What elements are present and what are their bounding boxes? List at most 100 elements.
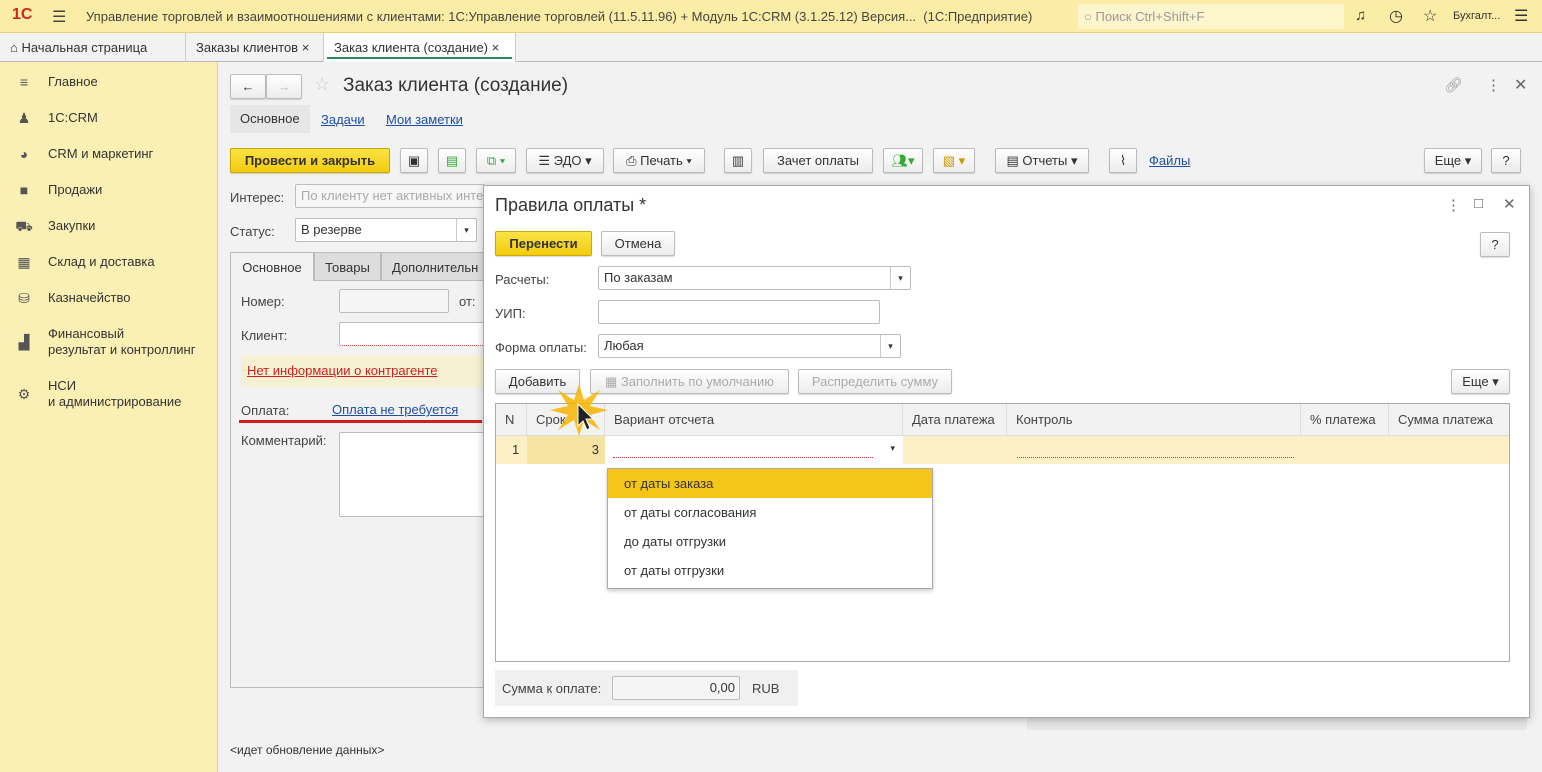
col-variant[interactable]: Вариант отсчета <box>605 404 903 436</box>
client-field[interactable] <box>339 322 489 346</box>
save-icon[interactable]: ▣ <box>400 148 428 173</box>
user-name[interactable]: Бухгалт... <box>1453 10 1500 22</box>
list-icon[interactable]: ▥ <box>724 148 752 173</box>
sidebar-item-purchases[interactable]: ⛟ Закупки <box>0 218 218 237</box>
back-button[interactable]: ← <box>230 74 266 99</box>
cell-term[interactable]: 3 <box>527 436 605 464</box>
chevron-down-icon[interactable]: ▾ <box>890 267 910 289</box>
print-button[interactable]: ⎙ Печать ▾ <box>613 148 705 173</box>
col-date[interactable]: Дата платежа <box>903 404 1007 436</box>
dialog-more-button[interactable]: Еще ▾ <box>1451 369 1510 394</box>
more-vert-icon[interactable]: ⋮ <box>1486 76 1501 94</box>
option-order-date[interactable]: от даты заказа <box>608 469 932 498</box>
add-users-icon[interactable]: 👥︎▾ <box>883 148 923 173</box>
files-link[interactable]: Файлы <box>1149 153 1190 168</box>
option-approval-date[interactable]: от даты согласования <box>608 498 932 527</box>
comment-label: Комментарий: <box>241 433 327 448</box>
sidebar-item-label: Финансовый результат и контроллинг <box>48 326 196 357</box>
subtab-main[interactable]: Основное <box>230 105 310 133</box>
create-based-on-icon[interactable]: ⧉ ▾ <box>476 148 516 173</box>
forward-button[interactable]: → <box>266 74 302 99</box>
tab-order-create[interactable]: Заказ клиента (создание) × <box>324 33 516 62</box>
post-icon[interactable]: ▤ <box>438 148 466 173</box>
no-info-link[interactable]: Нет информации о контрагенте <box>247 363 438 378</box>
link-icon[interactable]: 🔗︎ <box>1444 76 1463 94</box>
inner-tab-goods[interactable]: Товары <box>314 252 381 281</box>
chevron-down-icon[interactable]: ▾ <box>456 219 476 241</box>
history-icon[interactable]: ◷ <box>1389 6 1403 26</box>
sidebar-item-main[interactable]: ≡ Главное <box>0 74 218 90</box>
sidebar-item-warehouse[interactable]: ▦ Склад и доставка <box>0 254 218 271</box>
bell-icon[interactable]: ♫ <box>1355 7 1366 24</box>
subtab-notes[interactable]: Мои заметки <box>386 112 463 127</box>
cell-control[interactable] <box>1017 457 1294 458</box>
sidebar-item-marketing[interactable]: ◕ CRM и маркетинг <box>0 146 218 162</box>
col-n[interactable]: N <box>496 404 527 436</box>
active-tab-indicator <box>327 57 512 59</box>
sidebar-item-treasury[interactable]: ⛁ Казначейство <box>0 290 218 307</box>
table-row[interactable]: 1 3 ▾ <box>496 436 1509 464</box>
inner-tab-extra[interactable]: Дополнительн <box>381 252 489 281</box>
close-dialog-icon[interactable]: ✕ <box>1503 195 1516 213</box>
post-and-close-button[interactable]: Провести и закрыть <box>230 148 390 173</box>
variant-select[interactable]: ▾ <box>605 436 903 464</box>
edo-button[interactable]: ☰ ЭДО ▾ <box>526 148 604 173</box>
document-clock-icon[interactable]: ▧ ▾ <box>933 148 975 173</box>
fill-default-button[interactable]: ▦ Заполнить по умолчанию <box>590 369 789 394</box>
distribute-sum-button[interactable]: Распределить сумму <box>798 369 952 394</box>
chevron-down-icon[interactable]: ▾ <box>880 335 900 357</box>
sidebar-item-label: Закупки <box>48 218 96 233</box>
status-select[interactable]: В резерве ▾ <box>295 218 477 242</box>
close-icon[interactable]: × <box>492 40 500 55</box>
tab-home[interactable]: ⌂ Начальная страница <box>0 33 186 62</box>
sidebar-item-sales[interactable]: ■ Продажи <box>0 182 218 198</box>
app-title: Управление торговлей и взаимоотношениями… <box>86 9 1033 24</box>
number-field[interactable] <box>339 289 449 313</box>
menu-icon[interactable]: ☰ <box>52 7 66 27</box>
subtab-tasks[interactable]: Задачи <box>321 112 365 127</box>
reports-label: Отчеты <box>1022 153 1068 168</box>
search-input[interactable]: ○ Поиск Ctrl+Shift+F <box>1078 4 1344 29</box>
settlements-select[interactable]: По заказам ▾ <box>598 266 911 290</box>
comment-field[interactable] <box>339 432 489 517</box>
pie-chart-icon: ◕ <box>19 146 29 162</box>
offset-payment-button[interactable]: Зачет оплаты <box>763 148 873 173</box>
help-button[interactable]: ? <box>1491 148 1521 173</box>
close-icon[interactable]: × <box>302 40 310 55</box>
transfer-button[interactable]: Перенести <box>495 231 592 256</box>
tab-orders[interactable]: Заказы клиентов × <box>186 33 324 62</box>
more-button[interactable]: Еще ▾ <box>1424 148 1482 173</box>
cell-variant <box>613 457 873 458</box>
sidebar-item-admin[interactable]: ⚙ НСИ и администрирование <box>0 378 218 410</box>
uip-input[interactable] <box>598 300 880 324</box>
gear-icon: ⚙ <box>17 386 31 402</box>
reports-button[interactable]: ▤ Отчеты ▾ <box>995 148 1089 173</box>
favorite-star-icon[interactable]: ☆ <box>314 74 330 95</box>
sidebar-item-crm[interactable]: ♟ 1С:CRM <box>0 110 218 127</box>
col-percent[interactable]: % платежа <box>1301 404 1389 436</box>
interest-label: Интерес: <box>230 190 285 205</box>
option-before-shipment[interactable]: до даты отгрузки <box>608 527 932 556</box>
sidebar-item-label: 1С:CRM <box>48 110 98 125</box>
option-from-shipment[interactable]: от даты отгрузки <box>608 556 932 585</box>
maximize-icon[interactable]: □ <box>1474 195 1483 212</box>
paperclip-icon[interactable]: ⌇ <box>1109 148 1137 173</box>
menu-icon: ≡ <box>19 74 29 90</box>
payment-link[interactable]: Оплата не требуется <box>332 402 458 417</box>
settings-menu-icon[interactable]: ☰ <box>1514 6 1528 26</box>
help-button[interactable]: ? <box>1480 232 1510 257</box>
more-vert-icon[interactable]: ⋮ <box>1446 196 1461 214</box>
total-panel: Сумма к оплате: 0,00 RUB <box>495 670 798 706</box>
payment-form-select[interactable]: Любая ▾ <box>598 334 901 358</box>
close-form-icon[interactable]: ✕ <box>1514 75 1527 95</box>
inner-tab-main[interactable]: Основное <box>230 252 314 281</box>
warning-box: Нет информации о контрагенте <box>241 355 490 387</box>
chevron-down-icon[interactable]: ▾ <box>890 443 895 454</box>
sidebar-item-finance[interactable]: ▟ Финансовый результат и контроллинг <box>0 326 218 358</box>
interest-field[interactable]: По клиенту нет активных инте <box>295 184 485 208</box>
col-sum[interactable]: Сумма платежа <box>1389 404 1509 436</box>
col-control[interactable]: Контроль <box>1007 404 1301 436</box>
cancel-button[interactable]: Отмена <box>601 231 675 256</box>
star-icon[interactable]: ☆ <box>1423 6 1437 26</box>
payment-rules-dialog: Правила оплаты * ⋮ □ ✕ Перенести Отмена … <box>483 185 1530 718</box>
